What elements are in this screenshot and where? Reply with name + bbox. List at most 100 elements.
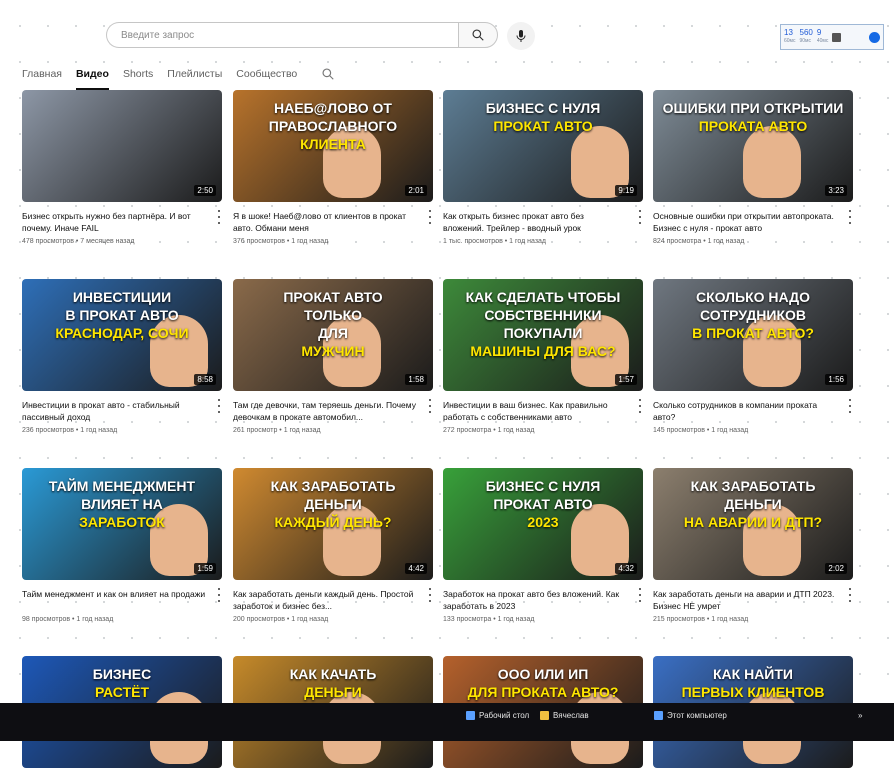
video-card[interactable]: КАК ЗАРАБОТАТЬ ДЕНЬГИ НА АВАРИИ И ДТП? 2:02… bbox=[653, 468, 853, 623]
video-title[interactable]: Как открыть бизнес прокат авто без вложе… bbox=[443, 210, 643, 234]
voice-search-button[interactable] bbox=[507, 22, 535, 50]
thumbnail-text: ПОКУПАЛИ bbox=[503, 325, 583, 341]
channel-tabs: Главная Видео Shorts Плейлисты Сообществ… bbox=[22, 60, 335, 90]
thumbnail-text: ПРОКАТ АВТО bbox=[493, 496, 593, 512]
video-thumbnail[interactable]: БИЗНЕС С НУЛЯ ПРОКАТ АВТО 2023 4:32 bbox=[443, 468, 643, 580]
video-card[interactable]: НАЕБ@ЛОВО ОТ ПРАВОСЛАВНОГО КЛИЕНТА 2:01 Я в … bbox=[233, 90, 433, 245]
more-options-icon[interactable] bbox=[847, 210, 853, 224]
video-card[interactable]: БИЗНЕС С НУЛЯ ПРОКАТ АВТО 2023 4:32 Заработо… bbox=[443, 468, 643, 623]
video-thumbnail[interactable]: СКОЛЬКО НАДО СОТРУДНИКОВ В ПРОКАТ АВТО? 1:5… bbox=[653, 279, 853, 391]
taskbar-item-computer[interactable]: Этот компьютер bbox=[654, 711, 727, 720]
more-options-icon[interactable] bbox=[216, 210, 222, 224]
tab-videos[interactable]: Видео bbox=[75, 64, 109, 90]
video-title[interactable]: Я в шоке! Наеб@ловo от клиентов в прокат… bbox=[233, 210, 433, 234]
search-input[interactable] bbox=[119, 28, 458, 42]
channel-search-icon[interactable] bbox=[321, 67, 335, 81]
more-options-icon[interactable] bbox=[427, 399, 433, 413]
video-thumbnail[interactable]: НАЕБ@ЛОВО ОТ ПРАВОСЛАВНОГО КЛИЕНТА 2:01 bbox=[233, 90, 433, 202]
taskbar-overflow[interactable]: » bbox=[858, 711, 862, 720]
thumbnail-text: ИНВЕСТИЦИИ bbox=[72, 289, 172, 305]
thumbnail-text: КАК НАЙТИ bbox=[713, 666, 793, 682]
thumbnail-text: ПЕРВЫХ КЛИЕНТОВ bbox=[681, 684, 825, 700]
thumbnail-text: ДЕНЬГИ bbox=[304, 496, 362, 512]
thumbnail-text: СКОЛЬКО НАДО bbox=[695, 289, 810, 305]
extension-icon[interactable] bbox=[869, 31, 880, 43]
thumbnail-text: ВЛИЯЕТ НА bbox=[81, 496, 163, 512]
more-options-icon[interactable] bbox=[847, 588, 853, 602]
video-thumbnail[interactable]: ТАЙМ МЕНЕДЖМЕНТ ВЛИЯЕТ НА ЗАРАБОТОК 1:59 bbox=[22, 468, 222, 580]
computer-icon bbox=[654, 711, 663, 720]
more-options-icon[interactable] bbox=[427, 210, 433, 224]
video-card[interactable]: КАК ЗАРАБОТАТЬ ДЕНЬГИ КАЖДЫЙ ДЕНЬ? 4:42 Как … bbox=[233, 468, 433, 623]
search-button[interactable] bbox=[458, 22, 498, 48]
thumbnail-text: СОТРУДНИКОВ bbox=[699, 307, 807, 323]
video-thumbnail[interactable]: КАК ЗАРАБОТАТЬ ДЕНЬГИ НА АВАРИИ И ДТП? 2:02 bbox=[653, 468, 853, 580]
video-duration: 2:50 bbox=[194, 185, 216, 196]
video-card[interactable]: КАК СДЕЛАТЬ ЧТОБЫ СОБСТВЕННИКИ ПОКУПАЛИ МАШ… bbox=[443, 279, 643, 434]
more-options-icon[interactable] bbox=[216, 399, 222, 413]
video-meta: 261 просмотр • 1 год назад bbox=[233, 427, 321, 434]
more-options-icon[interactable] bbox=[847, 399, 853, 413]
video-card[interactable]: ИНВЕСТИЦИИ В ПРОКАТ АВТО КРАСНОДАР, СОЧИ 8:… bbox=[22, 279, 222, 434]
video-title[interactable]: Заработок на прокат авто без вложений. К… bbox=[443, 588, 643, 612]
video-card[interactable]: 2:50 Бизнес открыть нужно без партнёра. И… bbox=[22, 90, 222, 245]
more-options-icon[interactable] bbox=[637, 210, 643, 224]
tab-playlists[interactable]: Плейлисты bbox=[167, 64, 222, 84]
video-thumbnail[interactable]: КАК ЗАРАБОТАТЬ ДЕНЬГИ КАЖДЫЙ ДЕНЬ? 4:42 bbox=[233, 468, 433, 580]
video-title[interactable]: Тайм менеджмент и как он влияет на прода… bbox=[22, 588, 222, 612]
user-folder-icon bbox=[540, 711, 549, 720]
thumbnail-text: ДЕНЬГИ bbox=[304, 684, 362, 700]
video-thumbnail[interactable]: ПРОКАТ АВТО ТОЛЬКО ДЛЯ МУЖЧИН 1:58 bbox=[233, 279, 433, 391]
taskbar-item-user[interactable]: Вячеслав bbox=[540, 711, 589, 720]
more-options-icon[interactable] bbox=[637, 588, 643, 602]
more-options-icon[interactable] bbox=[427, 588, 433, 602]
video-thumbnail[interactable]: 2:50 bbox=[22, 90, 222, 202]
video-meta: 376 просмотров • 1 год назад bbox=[233, 238, 329, 245]
save-icon[interactable] bbox=[832, 32, 842, 42]
video-duration: 1:59 bbox=[194, 563, 216, 574]
video-title[interactable]: Как заработать деньги на аварии и ДТП 20… bbox=[653, 588, 853, 612]
video-title[interactable]: Как заработать деньги каждый день. Прост… bbox=[233, 588, 433, 612]
thumbnail-text: КАК ЗАРАБОТАТЬ bbox=[270, 478, 396, 494]
tab-community[interactable]: Сообщество bbox=[236, 64, 297, 84]
thumbnail-text: КАЖДЫЙ ДЕНЬ? bbox=[274, 514, 392, 530]
video-card[interactable]: ПРОКАТ АВТО ТОЛЬКО ДЛЯ МУЖЧИН 1:58 Там где де… bbox=[233, 279, 433, 434]
presenter-face-image bbox=[743, 126, 801, 198]
video-meta: 824 просмотра • 1 год назад bbox=[653, 238, 745, 245]
thumbnail-text: ООО ИЛИ ИП bbox=[497, 666, 589, 682]
video-title[interactable]: Бизнес открыть нужно без партнёра. И вот… bbox=[22, 210, 222, 234]
thumbnail-text: БИЗНЕС bbox=[92, 666, 152, 682]
video-card[interactable]: ОШИБКИ ПРИ ОТКРЫТИИ ПРОКАТА АВТО 3:23 Основ… bbox=[653, 90, 853, 245]
video-title[interactable]: Сколько сотрудников в компании проката а… bbox=[653, 399, 853, 423]
video-thumbnail[interactable]: БИЗНЕС С НУЛЯ ПРОКАТ АВТО 9:19 bbox=[443, 90, 643, 202]
extension-tray[interactable]: 13 60мс 560 90мс 9 40мс bbox=[780, 24, 884, 50]
taskbar-item-desktop[interactable]: Рабочий стол bbox=[466, 711, 529, 720]
tray-stat: 13 60мс bbox=[784, 28, 796, 45]
thumbnail-text: ПРОКАТ АВТО bbox=[493, 118, 593, 134]
video-card[interactable]: СКОЛЬКО НАДО СОТРУДНИКОВ В ПРОКАТ АВТО? 1:5… bbox=[653, 279, 853, 434]
thumbnail-text: В ПРОКАТ АВТО? bbox=[692, 325, 814, 341]
video-thumbnail[interactable]: ОШИБКИ ПРИ ОТКРЫТИИ ПРОКАТА АВТО 3:23 bbox=[653, 90, 853, 202]
video-meta: 236 просмотров • 1 год назад bbox=[22, 427, 118, 434]
video-title[interactable]: Основные ошибки при открытии автопроката… bbox=[653, 210, 853, 234]
video-card[interactable]: ТАЙМ МЕНЕДЖМЕНТ ВЛИЯЕТ НА ЗАРАБОТОК 1:59 Тай… bbox=[22, 468, 222, 623]
thumbnail-text: СОБСТВЕННИКИ bbox=[484, 307, 602, 323]
video-thumbnail[interactable]: ИНВЕСТИЦИИ В ПРОКАТ АВТО КРАСНОДАР, СОЧИ 8:… bbox=[22, 279, 222, 391]
video-duration: 9:19 bbox=[615, 185, 637, 196]
video-meta: 200 просмотров • 1 год назад bbox=[233, 616, 329, 623]
tab-home[interactable]: Главная bbox=[22, 64, 62, 84]
video-duration: 8:58 bbox=[194, 374, 216, 385]
video-thumbnail[interactable]: КАК СДЕЛАТЬ ЧТОБЫ СОБСТВЕННИКИ ПОКУПАЛИ МАШ… bbox=[443, 279, 643, 391]
search-box[interactable] bbox=[106, 22, 458, 48]
video-meta: 98 просмотров • 1 год назад bbox=[22, 616, 114, 623]
video-title[interactable]: Инвестиции в ваш бизнес. Как правильно р… bbox=[443, 399, 643, 423]
thumbnail-text: ПРОКАТА АВТО bbox=[698, 118, 808, 134]
video-card[interactable]: БИЗНЕС С НУЛЯ ПРОКАТ АВТО 9:19 Как открыть … bbox=[443, 90, 643, 245]
video-title[interactable]: Там где девочки, там теряешь деньги. Поч… bbox=[233, 399, 433, 423]
video-title[interactable]: Инвестиции в прокат авто - стабильный па… bbox=[22, 399, 222, 423]
more-options-icon[interactable] bbox=[637, 399, 643, 413]
video-duration: 3:23 bbox=[825, 185, 847, 196]
tab-shorts[interactable]: Shorts bbox=[123, 64, 153, 84]
video-duration: 1:58 bbox=[405, 374, 427, 385]
more-options-icon[interactable] bbox=[216, 588, 222, 602]
